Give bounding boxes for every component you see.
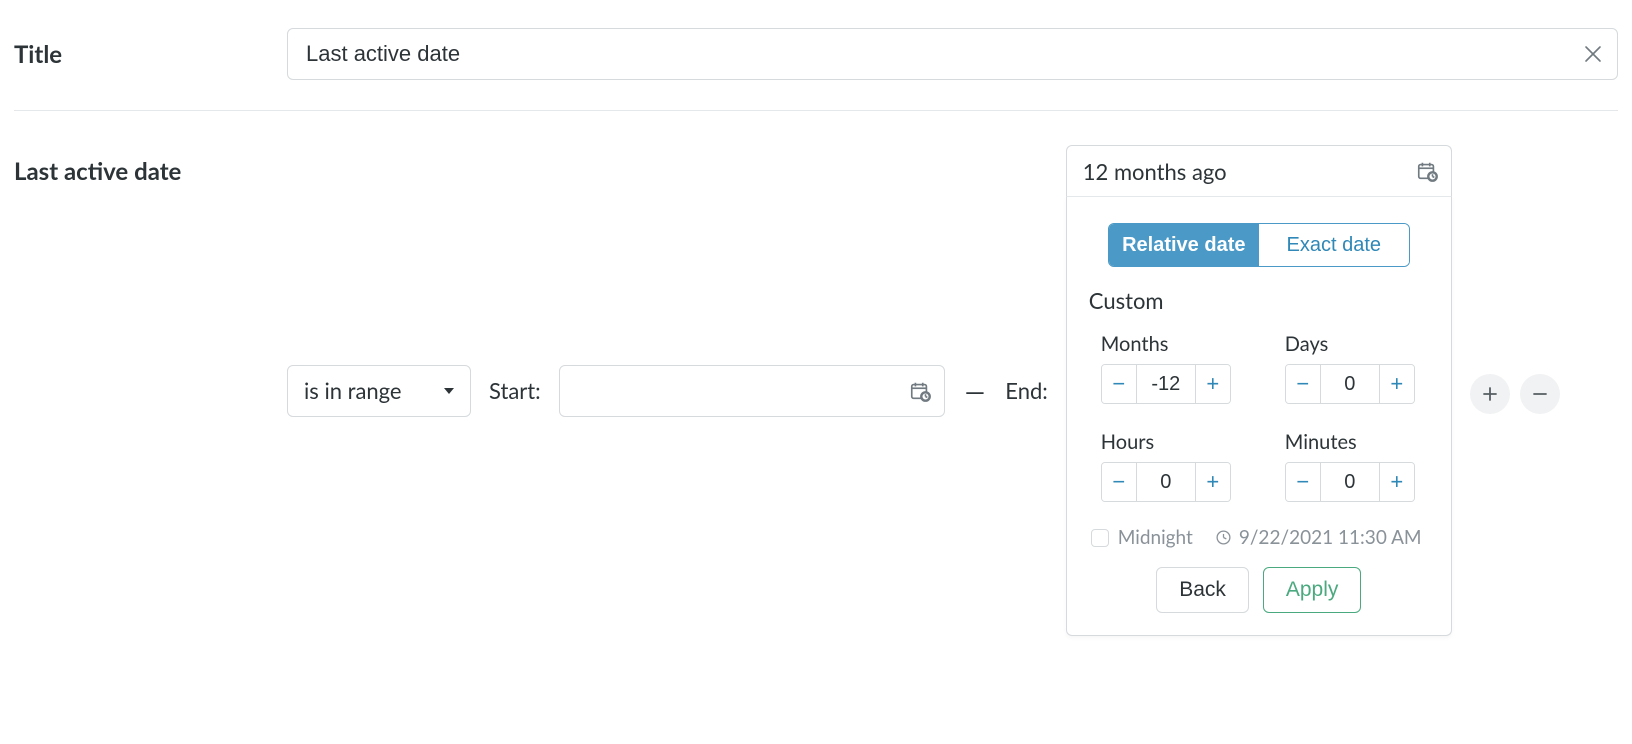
tab-exact-date[interactable]: Exact date bbox=[1259, 224, 1409, 266]
days-label: Days bbox=[1285, 332, 1417, 356]
tab-relative-date[interactable]: Relative date bbox=[1109, 224, 1259, 266]
title-input[interactable] bbox=[287, 28, 1618, 80]
hours-label: Hours bbox=[1101, 430, 1233, 454]
end-date-block: 12 months ago bbox=[1066, 145, 1452, 636]
datetime-preview: 9/22/2021 11:30 AM bbox=[1215, 526, 1422, 549]
months-input[interactable] bbox=[1137, 365, 1195, 403]
minutes-input[interactable] bbox=[1321, 463, 1379, 501]
midnight-label: Midnight bbox=[1118, 526, 1193, 549]
days-decrement[interactable]: − bbox=[1286, 365, 1321, 403]
hours-input[interactable] bbox=[1137, 463, 1195, 501]
clear-title-button[interactable] bbox=[1576, 37, 1610, 71]
end-date-field[interactable]: 12 months ago bbox=[1066, 145, 1452, 197]
days-increment[interactable]: + bbox=[1379, 365, 1414, 403]
close-icon bbox=[1583, 44, 1603, 64]
minutes-stepper: − + bbox=[1285, 462, 1415, 502]
days-unit: Days − + bbox=[1285, 332, 1417, 404]
minus-icon bbox=[1531, 385, 1549, 403]
start-calendar-button[interactable] bbox=[904, 375, 936, 407]
minutes-label: Minutes bbox=[1285, 430, 1417, 454]
title-label: Title bbox=[14, 40, 269, 69]
title-input-wrap bbox=[287, 28, 1618, 80]
field-label: Last active date bbox=[14, 145, 269, 186]
minutes-increment[interactable]: + bbox=[1379, 463, 1414, 501]
start-label: Start: bbox=[489, 377, 541, 404]
months-stepper: − + bbox=[1101, 364, 1231, 404]
hours-increment[interactable]: + bbox=[1195, 463, 1230, 501]
add-condition-button[interactable] bbox=[1470, 374, 1510, 414]
days-stepper: − + bbox=[1285, 364, 1415, 404]
relative-date-popover: Relative date Exact date Custom Months −… bbox=[1066, 197, 1452, 636]
minutes-decrement[interactable]: − bbox=[1286, 463, 1321, 501]
unit-grid: Months − + Days − bbox=[1089, 332, 1429, 502]
midnight-checkbox[interactable] bbox=[1091, 529, 1109, 547]
operator-select[interactable]: is in range bbox=[287, 365, 471, 417]
midnight-checkbox-wrap[interactable]: Midnight bbox=[1091, 526, 1193, 549]
popover-footer: Midnight 9/22/2021 11:30 AM bbox=[1089, 526, 1429, 549]
plus-icon bbox=[1481, 385, 1499, 403]
divider bbox=[14, 110, 1618, 111]
preview-text: 9/22/2021 11:30 AM bbox=[1239, 526, 1422, 549]
end-label: End: bbox=[1005, 377, 1048, 404]
hours-stepper: − + bbox=[1101, 462, 1231, 502]
end-calendar-button[interactable] bbox=[1411, 155, 1443, 187]
custom-label: Custom bbox=[1089, 287, 1429, 314]
hours-unit: Hours − + bbox=[1101, 430, 1233, 502]
months-decrement[interactable]: − bbox=[1102, 365, 1137, 403]
back-button[interactable]: Back bbox=[1156, 567, 1249, 613]
months-unit: Months − + bbox=[1101, 332, 1233, 404]
caret-down-icon bbox=[442, 384, 456, 398]
range-dash: — bbox=[963, 375, 988, 407]
calendar-clock-icon bbox=[909, 380, 931, 402]
days-input[interactable] bbox=[1321, 365, 1379, 403]
title-row: Title bbox=[14, 28, 1618, 80]
apply-button[interactable]: Apply bbox=[1263, 567, 1362, 613]
minutes-unit: Minutes − + bbox=[1285, 430, 1417, 502]
operator-value: is in range bbox=[304, 377, 402, 404]
end-date-value: 12 months ago bbox=[1083, 158, 1227, 185]
clock-icon bbox=[1215, 529, 1232, 546]
popover-actions: Back Apply bbox=[1089, 567, 1429, 613]
hours-decrement[interactable]: − bbox=[1102, 463, 1137, 501]
calendar-clock-icon bbox=[1416, 160, 1438, 182]
date-mode-segmented: Relative date Exact date bbox=[1108, 223, 1410, 267]
start-date-field[interactable] bbox=[559, 365, 945, 417]
filter-row: Last active date is in range Start: bbox=[14, 145, 1618, 636]
remove-condition-button[interactable] bbox=[1520, 374, 1560, 414]
months-label: Months bbox=[1101, 332, 1233, 356]
start-date-input[interactable] bbox=[560, 366, 944, 416]
months-increment[interactable]: + bbox=[1195, 365, 1230, 403]
